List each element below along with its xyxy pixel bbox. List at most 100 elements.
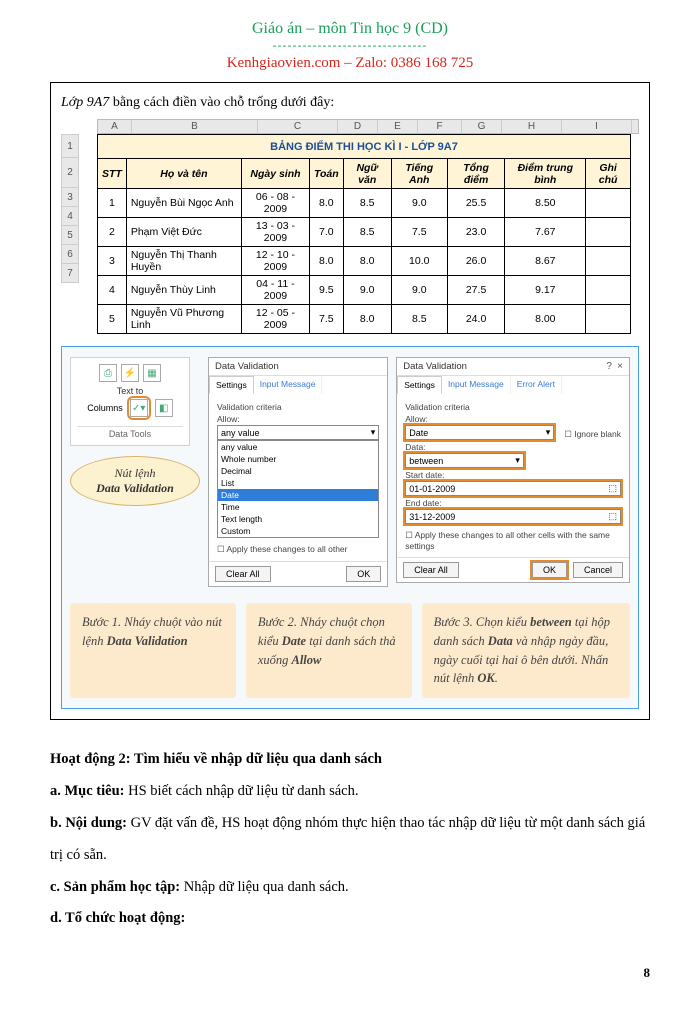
consolidate-icon[interactable]: ◧ <box>155 399 173 417</box>
dialog1-tab-settings[interactable]: Settings <box>209 376 254 394</box>
column-header: G <box>462 120 502 133</box>
chevron-down-icon: ▾ <box>546 427 551 438</box>
range-icon[interactable]: ⬚ <box>608 483 617 494</box>
flash-fill-icon[interactable]: ⚡ <box>121 364 139 382</box>
table-cell: 1 <box>98 189 127 218</box>
ribbon-data-tools: ⎙ ⚡ ▦ Text to Columns ✓▾ ◧ Data Too <box>70 357 190 446</box>
callout-line1: Nút lệnh <box>115 466 156 480</box>
to-chuc-label: d. Tổ chức hoạt động: <box>50 910 185 926</box>
dialog2-tab-input-message[interactable]: Input Message <box>442 376 511 394</box>
allow-option[interactable]: Whole number <box>218 453 378 465</box>
san-pham-text: Nhập dữ liệu qua danh sách. <box>184 879 349 895</box>
table-cell <box>586 189 631 218</box>
range-icon[interactable]: ⬚ <box>608 511 617 522</box>
column-header: E <box>378 120 418 133</box>
text-to-columns-icon[interactable]: ⎙ <box>99 364 117 382</box>
allow-option[interactable]: Decimal <box>218 465 378 477</box>
table-cell: 5 <box>98 305 127 334</box>
table-header-cell: STT <box>98 159 127 189</box>
column-headers: ABCDEFGHI <box>97 119 639 134</box>
allow-option[interactable]: Time <box>218 501 378 513</box>
columns-label: Columns <box>87 403 123 413</box>
table-cell: Phạm Việt Đức <box>126 218 241 247</box>
table-row: 1Nguyễn Bùi Ngọc Anh06 - 08 - 20098.0 8.5… <box>98 189 631 218</box>
table-cell: 24.0 <box>447 305 505 334</box>
dialog1-ok-button[interactable]: OK <box>346 566 381 582</box>
dialog1-allow-options[interactable]: any valueWhole numberDecimalListDateTime… <box>217 440 379 538</box>
data-tools-label: Data Tools <box>77 426 183 439</box>
intro-rest: bằng cách điền vào chỗ trống dưới đây: <box>109 95 334 110</box>
ribbon-col: ⎙ ⚡ ▦ Text to Columns ✓▾ ◧ Data Too <box>70 357 200 506</box>
column-header: D <box>338 120 378 133</box>
muc-tieu-label: a. Mục tiêu: <box>50 783 128 799</box>
table-header-cell: Điểm trung bình <box>505 159 586 189</box>
remove-duplicates-icon[interactable]: ▦ <box>143 364 161 382</box>
table-cell: 8.5 <box>391 305 447 334</box>
dialog2-allow-select[interactable]: Date ▾ <box>405 425 554 440</box>
table-cell: 4 <box>98 276 127 305</box>
header-subtitle: Kenhgiaovien.com – Zalo: 0386 168 725 <box>50 55 650 72</box>
table-cell: 9.5 <box>309 276 343 305</box>
dialog1-tab-input-message[interactable]: Input Message <box>254 376 323 394</box>
dialog2-start-input[interactable]: 01-01-2009 ⬚ <box>405 481 621 496</box>
dialog2-end-label: End date: <box>405 498 621 508</box>
table-cell: 8.00 <box>505 305 586 334</box>
noi-dung-text: GV đặt vấn đề, HS hoạt động nhóm thực hi… <box>50 815 645 863</box>
table-row: 3Nguyễn Thị Thanh Huyền12 - 10 - 20098.0… <box>98 247 631 276</box>
table-header-cell: Ghi chú <box>586 159 631 189</box>
dialog2-data-value: between <box>409 456 443 466</box>
table-cell: Nguyễn Thị Thanh Huyền <box>126 247 241 276</box>
row-header: 4 <box>61 207 79 226</box>
table-header-cell: Toán <box>309 159 343 189</box>
dialog2-end-input[interactable]: 31-12-2009 ⬚ <box>405 509 621 524</box>
dialog1-apply-row[interactable]: ☐ Apply these changes to all other <box>217 544 379 555</box>
table-cell: 8.0 <box>309 189 343 218</box>
dialog2-cancel-button[interactable]: Cancel <box>573 562 623 578</box>
table-cell: 3 <box>98 247 127 276</box>
table-cell: 7.67 <box>505 218 586 247</box>
allow-option[interactable]: any value <box>218 441 378 453</box>
row-header: 6 <box>61 245 79 264</box>
table-cell: 8.50 <box>505 189 586 218</box>
dialog2-apply-row[interactable]: ☐ Apply these changes to all other cells… <box>405 530 621 551</box>
table-cell: 25.5 <box>447 189 505 218</box>
table-cell: 7.0 <box>309 218 343 247</box>
dialog2-title: Data Validation <box>403 361 467 372</box>
row-header: 1 <box>61 134 79 158</box>
allow-option[interactable]: List <box>218 477 378 489</box>
column-header: A <box>98 120 132 133</box>
dialog2-data-select[interactable]: between ▾ <box>405 453 524 468</box>
dialog2-tab-error-alert[interactable]: Error Alert <box>511 376 562 394</box>
steps-row: Bước 1. Nháy chuột vào nút lệnh Data Val… <box>70 603 630 698</box>
allow-option[interactable]: Text length <box>218 513 378 525</box>
dialog1-clear-button[interactable]: Clear All <box>215 566 271 582</box>
table-cell: 9.0 <box>391 189 447 218</box>
step-2: Bước 2. Nháy chuột chọn kiểu Date tại da… <box>246 603 412 698</box>
dialog2-tab-settings[interactable]: Settings <box>397 376 442 394</box>
data-validation-button[interactable]: ✓▾ <box>127 396 151 420</box>
table-cell <box>586 276 631 305</box>
dialog2-clear-button[interactable]: Clear All <box>403 562 459 578</box>
dialog1-allow-label: Allow: <box>217 414 379 424</box>
allow-option[interactable]: Date <box>218 489 378 501</box>
table-cell: 2 <box>98 218 127 247</box>
table-cell: 8.5 <box>343 218 391 247</box>
data-validation-icon: ✓▾ <box>130 399 148 417</box>
noi-dung-label: b. Nội dung: <box>50 815 131 831</box>
dialog1-allow-select[interactable]: any value ▾ <box>217 425 379 440</box>
dialog2-start-value: 01-01-2009 <box>409 484 455 494</box>
table-cell: 06 - 08 - 2009 <box>242 189 310 218</box>
dialog2-close-button[interactable]: × <box>617 361 623 372</box>
allow-option[interactable]: Custom <box>218 525 378 537</box>
body-text: Hoạt động 2: Tìm hiểu về nhập dữ liệu qu… <box>50 744 650 935</box>
table-cell: 26.0 <box>447 247 505 276</box>
column-header: I <box>562 120 632 133</box>
dialog2-ok-button[interactable]: OK <box>532 562 567 578</box>
dialog2-ignore-blank[interactable]: ☐ Ignore blank <box>564 429 621 440</box>
dialog2-help-button[interactable]: ? <box>606 361 612 372</box>
table-row: 2Phạm Việt Đức13 - 03 - 20097.08.57.523.… <box>98 218 631 247</box>
table-cell: Nguyễn Bùi Ngọc Anh <box>126 189 241 218</box>
page-number: 8 <box>50 965 650 981</box>
row-header: 3 <box>61 188 79 207</box>
table-cell: 23.0 <box>447 218 505 247</box>
